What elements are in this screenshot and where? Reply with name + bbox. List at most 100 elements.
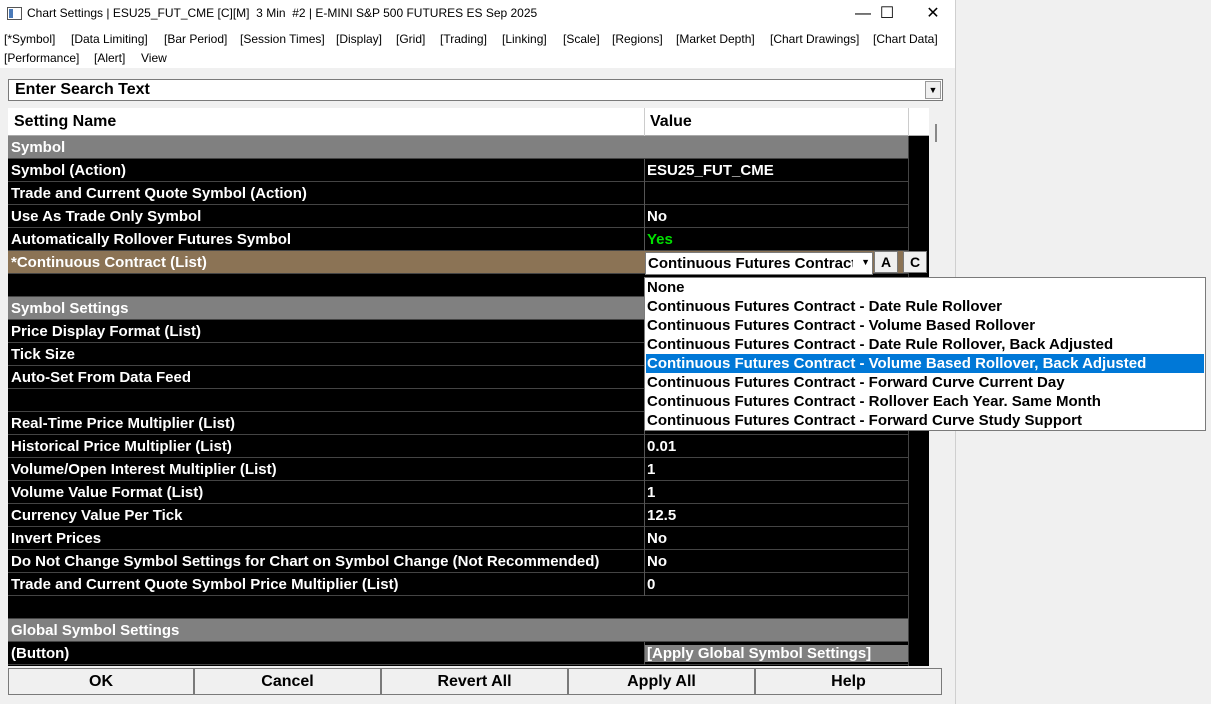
menu-item-chart-drawings[interactable]: [Chart Drawings] bbox=[770, 32, 859, 46]
ok-button[interactable]: OK bbox=[8, 668, 194, 695]
section-row-symbol: Symbol bbox=[8, 136, 908, 159]
search-box: ▼ bbox=[8, 79, 943, 101]
row-name: Automatically Rollover Futures Symbol bbox=[11, 231, 292, 248]
table-row[interactable]: Invert Prices No bbox=[8, 527, 908, 550]
table-row[interactable]: Volume/Open Interest Multiplier (List) 1 bbox=[8, 458, 908, 481]
combo-value: Continuous Futures Contract - Volume Bas… bbox=[648, 255, 853, 272]
window-title: Chart Settings | ESU25_FUT_CME [C][M] 3 … bbox=[27, 6, 538, 20]
menu-item-bar-period[interactable]: [Bar Period] bbox=[164, 32, 227, 46]
row-name: Trade and Current Quote Symbol (Action) bbox=[11, 185, 307, 202]
menu-item-display[interactable]: [Display] bbox=[336, 32, 382, 46]
scrollbar-thumb[interactable] bbox=[935, 124, 937, 142]
dropdown-option[interactable]: Continuous Futures Contract - Forward Cu… bbox=[646, 373, 1204, 392]
setting-name-header[interactable]: Setting Name bbox=[14, 113, 116, 131]
dropdown-option[interactable]: Continuous Futures Contract - Date Rule … bbox=[646, 335, 1204, 354]
row-value[interactable]: 0.01 bbox=[647, 438, 676, 455]
table-row[interactable]: Currency Value Per Tick 12.5 bbox=[8, 504, 908, 527]
row-name: Do Not Change Symbol Settings for Chart … bbox=[11, 553, 600, 570]
apply-all-button[interactable]: Apply All bbox=[568, 668, 755, 695]
column-divider bbox=[644, 182, 645, 205]
dropdown-option-selected[interactable]: Continuous Futures Contract - Volume Bas… bbox=[646, 354, 1204, 373]
row-name: Volume/Open Interest Multiplier (List) bbox=[11, 461, 277, 478]
column-divider bbox=[644, 481, 645, 504]
app-icon bbox=[7, 7, 22, 20]
a-button[interactable]: A bbox=[874, 251, 898, 273]
apply-global-symbol-settings-button[interactable]: [Apply Global Symbol Settings] bbox=[645, 645, 908, 662]
table-row[interactable]: Do Not Change Symbol Settings for Chart … bbox=[8, 550, 908, 573]
row-value[interactable]: No bbox=[647, 553, 667, 570]
menu-item-regions[interactable]: [Regions] bbox=[612, 32, 663, 46]
row-name: Tick Size bbox=[11, 346, 75, 363]
row-value[interactable]: 1 bbox=[647, 484, 655, 501]
row-name: Symbol bbox=[11, 139, 66, 156]
close-button[interactable]: ✕ bbox=[910, 0, 956, 28]
menu-item-view[interactable]: View bbox=[141, 51, 167, 65]
revert-all-button[interactable]: Revert All bbox=[381, 668, 568, 695]
grid-header: Setting Name Value bbox=[8, 108, 929, 136]
column-divider bbox=[908, 108, 909, 136]
value-header[interactable]: Value bbox=[650, 113, 692, 131]
dropdown-option[interactable]: Continuous Futures Contract - Volume Bas… bbox=[646, 316, 1204, 335]
menu-item-symbol[interactable]: [*Symbol] bbox=[4, 32, 55, 46]
table-row[interactable]: Trade and Current Quote Symbol Price Mul… bbox=[8, 573, 908, 596]
dropdown-option[interactable]: Continuous Futures Contract - Rollover E… bbox=[646, 392, 1204, 411]
section-row-global-symbol-settings: Global Symbol Settings bbox=[8, 619, 908, 642]
maximize-button[interactable]: ☐ bbox=[864, 0, 910, 28]
column-divider bbox=[644, 159, 645, 182]
row-name: Symbol (Action) bbox=[11, 162, 126, 179]
row-name: Price Display Format (List) bbox=[11, 323, 202, 340]
column-divider bbox=[644, 228, 645, 251]
dropdown-option[interactable]: None bbox=[646, 278, 1204, 297]
menu-item-session-times[interactable]: [Session Times] bbox=[240, 32, 325, 46]
row-value[interactable]: Yes bbox=[647, 231, 673, 248]
column-divider bbox=[644, 527, 645, 550]
continuous-contract-combo[interactable]: Continuous Futures Contract - Volume Bas… bbox=[645, 252, 873, 275]
menu-item-chart-data[interactable]: [Chart Data] bbox=[873, 32, 938, 46]
column-divider bbox=[644, 458, 645, 481]
row-value[interactable]: ESU25_FUT_CME bbox=[647, 162, 774, 179]
menu-item-scale[interactable]: [Scale] bbox=[563, 32, 600, 46]
title-bar: Chart Settings | ESU25_FUT_CME [C][M] 3 … bbox=[0, 0, 955, 28]
table-row[interactable]: (Button) [Apply Global Symbol Settings] bbox=[8, 642, 908, 665]
row-value[interactable]: 0 bbox=[647, 576, 655, 593]
table-row[interactable]: Historical Price Multiplier (List) 0.01 bbox=[8, 435, 908, 458]
table-row[interactable]: Symbol (Action) ESU25_FUT_CME bbox=[8, 159, 908, 182]
row-value[interactable]: No bbox=[647, 530, 667, 547]
column-divider bbox=[644, 435, 645, 458]
chevron-down-icon[interactable]: ▼ bbox=[861, 257, 870, 267]
column-divider bbox=[644, 504, 645, 527]
row-name: (Button) bbox=[11, 645, 70, 662]
continuous-contract-dropdown-list: None Continuous Futures Contract - Date … bbox=[644, 277, 1206, 431]
dropdown-option[interactable]: Continuous Futures Contract - Date Rule … bbox=[646, 297, 1204, 316]
menu-item-alert[interactable]: [Alert] bbox=[94, 51, 125, 65]
search-dropdown-button[interactable]: ▼ bbox=[925, 81, 941, 99]
row-name: Use As Trade Only Symbol bbox=[11, 208, 202, 225]
menu-bar: [*Symbol] [Data Limiting] [Bar Period] [… bbox=[0, 28, 955, 68]
menu-item-performance[interactable]: [Performance] bbox=[4, 51, 79, 65]
row-value[interactable]: No bbox=[647, 208, 667, 225]
row-name: Volume Value Format (List) bbox=[11, 484, 204, 501]
table-row bbox=[8, 596, 908, 619]
menu-item-trading[interactable]: [Trading] bbox=[440, 32, 487, 46]
table-row[interactable]: Trade and Current Quote Symbol (Action) bbox=[8, 182, 908, 205]
row-value[interactable]: 12.5 bbox=[647, 507, 676, 524]
table-row[interactable]: Volume Value Format (List) 1 bbox=[8, 481, 908, 504]
column-divider bbox=[644, 573, 645, 596]
menu-item-market-depth[interactable]: [Market Depth] bbox=[676, 32, 755, 46]
menu-item-grid[interactable]: [Grid] bbox=[396, 32, 425, 46]
menu-item-data-limiting[interactable]: [Data Limiting] bbox=[71, 32, 148, 46]
search-input[interactable] bbox=[15, 81, 915, 99]
row-name: Invert Prices bbox=[11, 530, 102, 547]
row-name: Historical Price Multiplier (List) bbox=[11, 438, 232, 455]
help-button[interactable]: Help bbox=[755, 668, 942, 695]
menu-item-linking[interactable]: [Linking] bbox=[502, 32, 547, 46]
row-value[interactable]: 1 bbox=[647, 461, 655, 478]
row-name: *Continuous Contract (List) bbox=[11, 254, 207, 271]
column-divider bbox=[644, 205, 645, 228]
table-row[interactable]: Use As Trade Only Symbol No bbox=[8, 205, 908, 228]
dropdown-option[interactable]: Continuous Futures Contract - Forward Cu… bbox=[646, 411, 1204, 430]
cancel-button[interactable]: Cancel bbox=[194, 668, 381, 695]
row-name: Real-Time Price Multiplier (List) bbox=[11, 415, 235, 432]
c-button[interactable]: C bbox=[903, 251, 927, 273]
table-row[interactable]: Automatically Rollover Futures Symbol Ye… bbox=[8, 228, 908, 251]
